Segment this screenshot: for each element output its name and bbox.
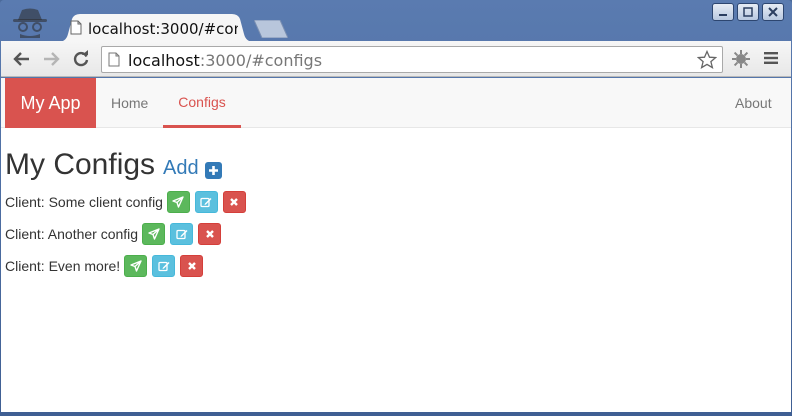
close-icon (768, 7, 778, 17)
nav-home[interactable]: Home (111, 78, 148, 128)
new-tab-button[interactable] (254, 20, 288, 38)
browser-window: localhost:3000/#configs (0, 0, 792, 416)
back-button[interactable] (13, 50, 31, 68)
tab-strip: localhost:3000/#configs (0, 0, 792, 42)
edit-button[interactable] (170, 223, 194, 245)
page-viewport: My App Home Configs About My Configs Add… (1, 78, 791, 412)
arrow-left-icon (13, 52, 29, 66)
send-button[interactable] (124, 255, 148, 277)
close-window-button[interactable] (762, 3, 784, 21)
nav-about[interactable]: About (735, 78, 772, 128)
config-list: Client: Some client config Client: Anoth… (5, 186, 785, 282)
delete-button[interactable] (222, 191, 246, 213)
url-text: localhost:3000/#configs (128, 51, 322, 70)
config-label: Client: Another config (5, 226, 139, 242)
edit-icon (158, 261, 170, 272)
paper-plane-icon (172, 196, 185, 208)
page-icon (70, 20, 82, 35)
extension-icon[interactable] (731, 49, 751, 69)
address-bar[interactable]: localhost:3000/#configs (101, 46, 723, 73)
menu-icon[interactable] (764, 51, 778, 65)
delete-button[interactable] (198, 223, 222, 245)
page-heading: My Configs Add (5, 148, 785, 182)
tab-configs[interactable]: localhost:3000/#configs (58, 14, 254, 42)
reload-icon (73, 50, 89, 67)
forward-button[interactable] (42, 50, 60, 68)
add-config-link[interactable]: Add (163, 157, 222, 180)
config-item: Client: Another config (5, 218, 785, 250)
send-button[interactable] (166, 191, 190, 213)
close-icon (230, 198, 239, 206)
maximize-button[interactable] (737, 3, 759, 21)
config-label: Client: Some client config (5, 194, 163, 210)
paper-plane-icon (129, 260, 142, 272)
reload-button[interactable] (72, 50, 90, 68)
nav-configs[interactable]: Configs (163, 78, 241, 128)
brand-link[interactable]: My App (5, 78, 96, 128)
app-navbar: My App Home Configs About (1, 78, 791, 128)
star-icon[interactable] (697, 50, 717, 70)
page-icon (108, 52, 120, 67)
window-controls (712, 3, 784, 21)
url-path: :3000/#configs (199, 51, 323, 70)
edit-icon (200, 197, 212, 208)
close-icon (187, 262, 196, 270)
delete-button[interactable] (180, 255, 204, 277)
edit-button[interactable] (194, 191, 218, 213)
tab-title: localhost:3000/#configs (88, 20, 238, 38)
main-content: My Configs Add Client: Some client confi… (5, 148, 785, 282)
add-label: Add (163, 157, 199, 179)
edit-button[interactable] (152, 255, 176, 277)
minimize-icon (719, 14, 727, 16)
edit-icon (175, 229, 188, 240)
config-item: Client: Even more! (5, 250, 785, 282)
close-icon (205, 230, 214, 238)
page-title: My Configs (5, 148, 156, 181)
incognito-icon (13, 8, 47, 38)
send-button[interactable] (142, 223, 166, 245)
config-item: Client: Some client config (5, 186, 785, 218)
paper-plane-icon (147, 228, 160, 240)
config-label: Client: Even more! (5, 258, 121, 274)
arrow-right-icon (44, 52, 60, 66)
url-host: localhost (128, 51, 200, 70)
maximize-icon (743, 7, 753, 17)
minimize-button[interactable] (712, 3, 734, 21)
plus-icon (204, 162, 222, 179)
browser-toolbar: localhost:3000/#configs (1, 41, 791, 77)
